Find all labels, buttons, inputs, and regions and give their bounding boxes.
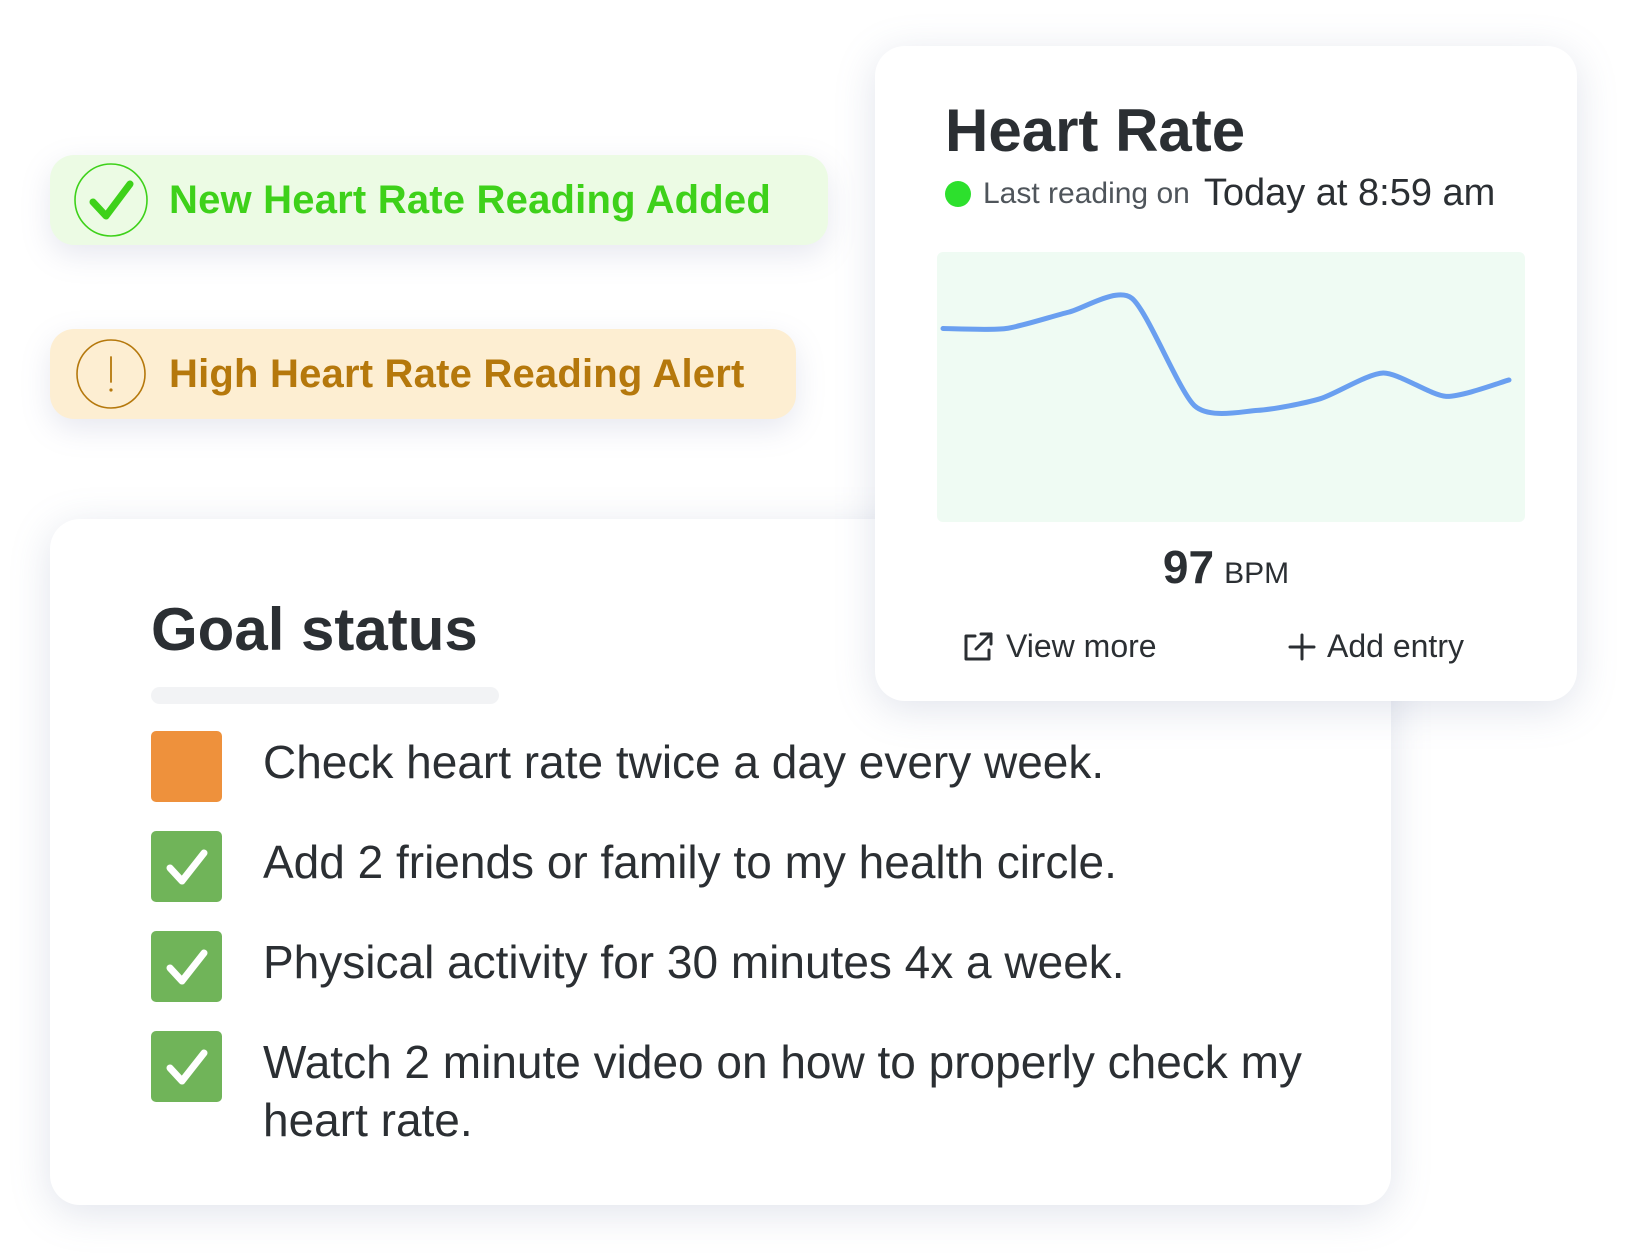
goal-item-text: Check heart rate twice a day every week. (263, 736, 1105, 788)
goal-checkbox-checked[interactable] (151, 831, 222, 902)
heart-rate-data-point (940, 326, 946, 332)
plus-icon (1287, 632, 1317, 662)
heart-rate-value: 97 (1162, 541, 1215, 593)
heart-rate-chart (937, 252, 1525, 522)
success-toast-text: New Heart Rate Reading Added (169, 177, 772, 222)
goal-status-title: Goal status (151, 596, 478, 663)
checkmark-icon (166, 949, 207, 984)
heart-rate-data-point (1254, 407, 1260, 413)
heart-rate-data-point (1506, 377, 1512, 383)
heart-rate-value-row: 97 BPM (875, 540, 1577, 594)
checkmark-icon (166, 1049, 207, 1084)
alert-toast: High Heart Rate Reading Alert (50, 329, 796, 419)
alert-toast-text: High Heart Rate Reading Alert (169, 351, 745, 396)
heart-rate-unit: BPM (1224, 557, 1290, 590)
add-entry-label: Add entry (1327, 628, 1464, 664)
exclamation-circle-icon (73, 336, 149, 412)
checkmark-icon (166, 849, 207, 884)
view-more-link[interactable]: View more (960, 628, 1157, 665)
goal-status-divider (151, 687, 499, 704)
goal-checkbox-pending[interactable] (151, 731, 222, 802)
goal-item-text: Watch 2 minute video on how to properly … (263, 1036, 1302, 1146)
status-dot-icon (945, 180, 971, 207)
heart-rate-data-point (1066, 309, 1072, 315)
success-toast: New Heart Rate Reading Added (50, 155, 828, 245)
goal-checkbox-checked[interactable] (151, 931, 222, 1002)
view-more-label: View more (1006, 628, 1157, 664)
heart-rate-data-point (1317, 396, 1323, 402)
heart-rate-card: Heart Rate Last reading on Today at 8:59… (875, 46, 1577, 701)
chart-area-background (937, 252, 1525, 522)
last-reading-label: Last reading on (983, 176, 1190, 210)
heart-rate-data-point (1192, 403, 1198, 409)
heart-rate-title: Heart Rate (945, 97, 1246, 164)
last-reading-time: Today at 8:59 am (1203, 172, 1496, 214)
goal-item-text: Add 2 friends or family to my health cir… (263, 836, 1117, 888)
check-circle-icon (73, 162, 149, 238)
heart-rate-data-point (1003, 326, 1009, 332)
add-entry-button[interactable]: Add entry (1287, 628, 1464, 665)
goal-checkbox-checked[interactable] (151, 1031, 222, 1102)
last-reading-row: Last reading on Today at 8:59 am (945, 172, 1495, 215)
heart-rate-data-point (1443, 393, 1449, 399)
external-link-icon (960, 629, 996, 665)
heart-rate-data-point (1129, 295, 1135, 301)
heart-rate-data-point (1380, 370, 1386, 376)
goal-item-text: Physical activity for 30 minutes 4x a we… (263, 936, 1125, 988)
